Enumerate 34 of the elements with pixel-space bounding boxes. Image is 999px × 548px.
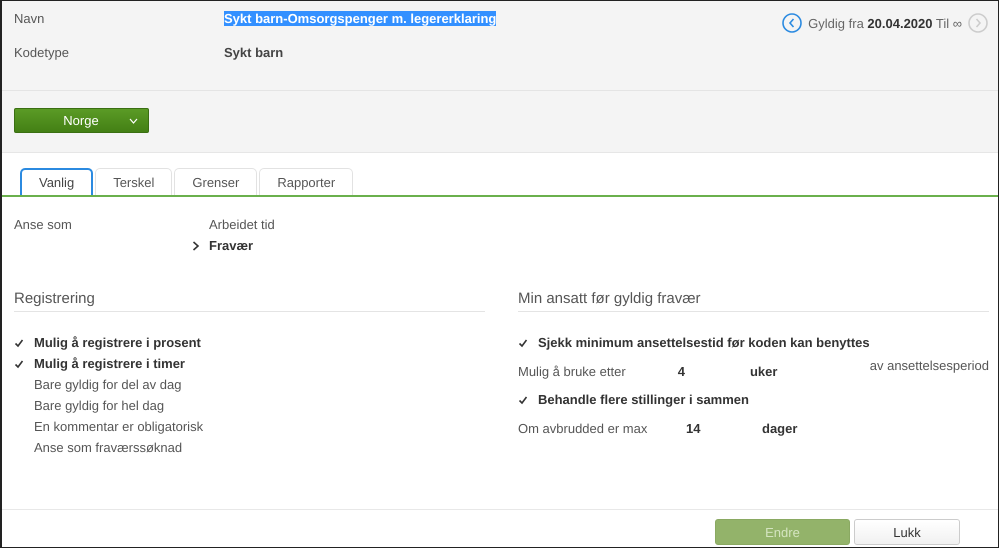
option-label: Sjekk minimum ansettelsestid før koden kan benyttes xyxy=(538,335,870,350)
previous-button[interactable] xyxy=(782,13,802,33)
field-value: 14 xyxy=(686,420,702,436)
option-label: Bare gyldig for del av dag xyxy=(34,377,182,392)
field-label: Om avbrudded er max xyxy=(518,420,648,436)
field-label: Mulig å bruke etter xyxy=(518,364,627,378)
field-value: 4 xyxy=(678,364,686,378)
option-label: Mulig å registrere i prosent xyxy=(34,335,201,350)
section-heading: Min ansatt før gyldig fravær xyxy=(518,290,989,312)
field-label: Anse som xyxy=(14,217,73,234)
unit-label: dager xyxy=(762,420,798,436)
option-item[interactable]: Arbeidet tid xyxy=(209,217,275,232)
footer-button[interactable]: Lukk xyxy=(854,519,960,545)
unit-label: uker xyxy=(750,364,778,378)
field-value: Sykt barn-Omsorgspenger m. legererklaring xyxy=(224,10,496,26)
option-item[interactable]: Fravær xyxy=(209,238,254,253)
option-label: Bare gyldig for hel dag xyxy=(34,398,164,413)
section-heading: Registrering xyxy=(14,290,485,312)
option-label: Mulig å registrere i timer xyxy=(34,356,185,371)
chevron-icon xyxy=(192,240,200,250)
validity-text: Gyldig fra 20.04.2020 Til ∞ xyxy=(808,16,962,30)
field-value: Sykt barn xyxy=(224,44,284,60)
tab[interactable]: Rapporter xyxy=(259,168,354,195)
tab[interactable]: Terskel xyxy=(95,168,172,195)
option-label: Behandle flere stillinger i sammen xyxy=(538,392,749,407)
tab[interactable]: Grenser xyxy=(174,168,258,195)
field-label: Kodetype xyxy=(14,44,70,60)
tab[interactable]: Vanlig xyxy=(20,168,94,195)
option-label: Anse som fraværssøknad xyxy=(34,440,182,455)
country-dropdown[interactable]: Norge xyxy=(14,108,149,133)
caret-icon xyxy=(129,118,138,124)
field-label: Navn xyxy=(14,10,46,26)
option-label: En kommentar er obligatorisk xyxy=(34,419,204,434)
note-text: av ansettelsesperiod xyxy=(870,358,989,372)
